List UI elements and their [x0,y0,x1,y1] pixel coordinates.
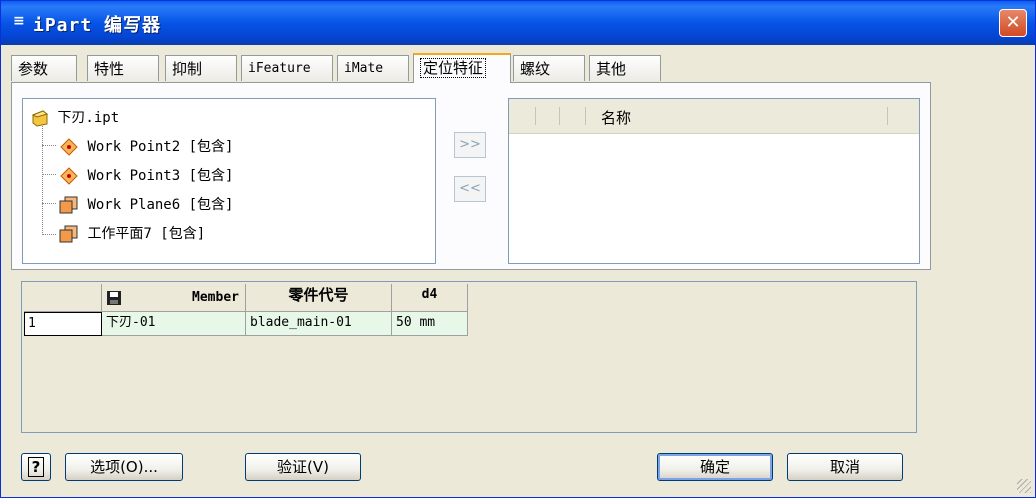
app-icon: ≡ [13,13,25,29]
feature-tree[interactable]: 下刃.ipt Work Point2 [包含] Work Point3 [包含]… [22,98,436,264]
title-bar[interactable]: ≡ iPart 编写器 ✕ [1,1,1035,45]
tree-item-label: Work Point3 [包含] [87,168,234,184]
tab-label: iFeature [248,61,311,76]
header-label: Member [192,290,239,305]
work-point-icon [60,167,78,185]
tree-root[interactable]: 下刃.ipt [31,107,119,127]
tree-connector [42,234,56,235]
tree-item[interactable]: Work Point3 [包含] [59,165,233,185]
verify-button[interactable]: 验证(V) [245,453,361,481]
help-button[interactable]: ? [21,453,51,481]
tree-item[interactable]: Work Plane6 [包含] [59,194,233,214]
tab-work-features[interactable]: 定位特征 [413,53,511,83]
name-column-header[interactable]: 名称 [601,107,631,128]
tree-connector [42,145,56,146]
cancel-button[interactable]: 取消 [787,453,903,481]
work-point-icon [60,138,78,156]
tab-other[interactable]: 其他 [589,55,661,81]
tree-item-label: Work Point2 [包含] [87,139,234,155]
tree-item[interactable]: 工作平面7 [包含] [59,223,205,243]
column-divider [585,107,586,125]
tree-connector [42,174,56,175]
help-icon: ? [27,457,45,477]
header-label: 零件代号 [288,286,349,304]
header-label: d4 [421,287,438,302]
tab-parameters[interactable]: 参数 [11,55,77,81]
window-title: iPart 编写器 [33,15,162,36]
d4-cell[interactable]: 50 mm [392,312,468,336]
work-plane-icon [59,196,78,214]
work-features-panel: 下刃.ipt Work Point2 [包含] Work Point3 [包含]… [11,82,931,270]
tab-properties[interactable]: 特性 [87,55,159,81]
part-number-cell[interactable]: blade_main-01 [246,312,392,336]
column-divider [535,107,536,125]
member-table[interactable]: Member 零件代号 d4 1 下刃-01 blade_main-01 50 … [21,281,917,433]
member-cell[interactable]: 下刃-01 [102,312,246,336]
tab-suppression[interactable]: 抑制 [165,55,237,81]
add-button[interactable]: >> [454,132,486,158]
part-file-icon [31,110,49,127]
tab-label: 特性 [94,60,125,78]
d4-column-header[interactable]: d4 [392,284,468,312]
row-index[interactable]: 1 [24,312,102,336]
tree-item-label: Work Plane6 [包含] [87,197,234,213]
work-plane-icon [59,225,78,243]
tab-label: 参数 [18,60,49,78]
tree-connector [42,203,56,204]
list-header: 名称 [509,99,919,134]
tree-item[interactable]: Work Point2 [包含] [59,136,233,156]
tree-item-label: 工作平面7 [包含] [87,226,206,242]
resize-grip[interactable] [1017,479,1031,493]
options-button[interactable]: 选项(O)... [65,453,183,481]
tab-label: 螺纹 [520,60,551,78]
column-divider [887,107,888,125]
member-column-header[interactable]: Member [102,284,246,312]
part-number-column-header[interactable]: 零件代号 [246,284,392,312]
tree-connector [42,121,43,235]
tab-label: 其他 [596,60,627,78]
tab-ifeature[interactable]: iFeature [241,55,333,81]
column-divider [559,107,560,125]
tab-label: 定位特征 [420,58,487,78]
ipart-author-dialog: ≡ iPart 编写器 ✕ 参数 特性 抑制 iFeature iMate 定位… [0,0,1036,498]
tab-label: 抑制 [172,60,203,78]
tab-imate[interactable]: iMate [337,55,409,81]
ok-button[interactable]: 确定 [657,453,773,481]
tree-root-label: 下刃.ipt [57,110,120,126]
table-corner[interactable] [24,284,102,312]
selected-features-list[interactable]: 名称 [508,98,920,264]
save-icon [107,291,121,305]
tab-threads[interactable]: 螺纹 [513,55,585,81]
tab-label: iMate [344,61,384,76]
close-button[interactable]: ✕ [999,9,1027,37]
remove-button[interactable]: << [454,176,486,202]
